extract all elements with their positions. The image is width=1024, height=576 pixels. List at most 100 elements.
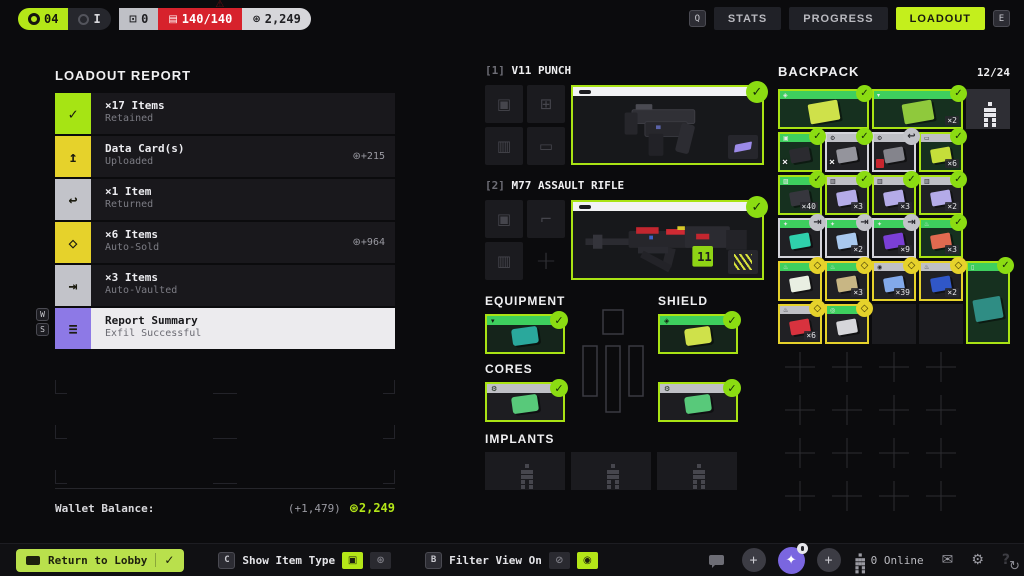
empty-grid-slot[interactable] <box>825 433 869 473</box>
report-row[interactable]: ✓ ×17 Items Retained <box>55 93 395 134</box>
report-row[interactable]: ⇥ ×3 Items Auto-Vaulted <box>55 265 395 306</box>
backpack-tile-sold-tokens[interactable]: ◉ ◇×39 <box>872 261 916 301</box>
credits-icon: ⊛ <box>252 14 260 25</box>
summary-icon: ≡ <box>55 308 91 349</box>
empty-grid-slot[interactable] <box>778 390 822 430</box>
backpack-tile-shield-module[interactable]: ◈ ✓ <box>778 89 869 129</box>
implant-slot[interactable] <box>485 452 565 490</box>
eye-on-icon[interactable]: ◉ <box>577 552 598 569</box>
refresh-icon[interactable]: ↻ <box>1009 559 1020 574</box>
equipment-label: EQUIPMENT <box>485 294 565 308</box>
tile-item-image <box>789 232 811 249</box>
mag-slot-icon[interactable]: ▥ <box>485 127 523 165</box>
tile-category-strip: ▾ <box>874 91 961 99</box>
mail-icon[interactable]: ✉ <box>942 552 954 568</box>
empty-grid-slot[interactable] <box>825 347 869 387</box>
empty-grid-slot[interactable] <box>872 390 916 430</box>
item-type-off-icon[interactable]: ⊛ <box>370 552 391 569</box>
backpack-tile-sold-blade[interactable]: ◎ ◇ <box>825 304 869 344</box>
empty-grid-slot[interactable] <box>919 347 963 387</box>
backpack-tile-returned-attachment[interactable]: ⚙ ↩ <box>872 132 916 172</box>
backpack-tile-pistol-mag-b[interactable]: ▥ ✓×3 <box>872 175 916 215</box>
implant-slot[interactable] <box>571 452 651 490</box>
chip-slot-icon[interactable]: ▣ <box>485 200 523 238</box>
chat-icon[interactable] <box>709 555 724 565</box>
backpack-tile-gray-attachment[interactable]: ⚙ ✓× <box>825 132 869 172</box>
mag-slot-icon[interactable]: ▥ <box>485 242 523 280</box>
item-type-on-icon[interactable]: ▣ <box>342 552 363 569</box>
backpack-tile-sold-box[interactable]: ♨ ◇×3 <box>825 261 869 301</box>
empty-grid-slot[interactable] <box>778 476 822 516</box>
empty-grid-slot[interactable] <box>919 476 963 516</box>
backpack-tile-vaulted-relic[interactable]: ✦ ⇥ <box>778 218 822 258</box>
eye-off-icon[interactable]: ⊘ <box>549 552 570 569</box>
backpack-tile-vaulted-fan[interactable]: ✦ ⇥×2 <box>825 218 869 258</box>
empty-grid-slot[interactable] <box>825 476 869 516</box>
report-row[interactable]: ◇ ×6 Items Auto-Sold ⊛+964 <box>55 222 395 263</box>
backpack-tile-sold-scanner[interactable]: ♨ ◇×2 <box>919 261 963 301</box>
scope-slot-icon[interactable]: ⊞ <box>527 85 565 123</box>
core-tile-1[interactable]: ⚙ ✓ <box>485 382 565 422</box>
backpack-tile-pistol-mag-c[interactable]: ▥ ✓×2 <box>919 175 963 215</box>
person-icon <box>693 464 697 468</box>
backpack-tile-toy-figure[interactable]: ♨ ✓×3 <box>919 218 963 258</box>
equipment-tile[interactable]: ▾ ✓ <box>485 314 565 354</box>
report-row-amount: ⊛+215 <box>353 151 395 162</box>
report-placeholder-row <box>55 394 395 439</box>
implant-slot[interactable] <box>657 452 737 490</box>
backpack-tile-green-statue[interactable]: ▾ ✓×2 <box>872 89 963 129</box>
return-to-lobby-button[interactable]: Return to Lobby ✓ <box>16 549 184 572</box>
report-row[interactable]: WS ≡ Report Summary Exfil Successful <box>55 308 395 349</box>
tab-progress[interactable]: PROGRESS <box>789 7 887 30</box>
empty-grid-slot[interactable] <box>872 433 916 473</box>
empty-grid-slot[interactable] <box>778 347 822 387</box>
vault-badge-icon: ⇥ <box>856 214 873 231</box>
sold-badge-icon: ◇ <box>809 257 826 274</box>
add-friend-left-button[interactable]: + <box>742 548 766 572</box>
backpack-tile-pistol-mag-a[interactable]: ▥ ✓×3 <box>825 175 869 215</box>
core-tile-2[interactable]: ⚙ ✓ <box>658 382 738 422</box>
empty-grid-slot[interactable] <box>872 476 916 516</box>
weapon1-panel[interactable]: ✓ <box>571 85 764 165</box>
empty-grid-slot[interactable] <box>872 347 916 387</box>
chip-slot-icon[interactable]: ▣ <box>485 85 523 123</box>
stock-slot-icon[interactable]: ⌐ <box>527 200 565 238</box>
backpack-tile-empty-slot-b[interactable] <box>919 304 963 344</box>
avatar[interactable]: ✦ <box>778 547 805 574</box>
empty-grid-slot[interactable] <box>825 390 869 430</box>
tile-item-image <box>789 275 811 292</box>
tab-loadout[interactable]: LOADOUT <box>896 7 985 30</box>
weapon2-panel[interactable]: 11 ✓ <box>571 200 764 280</box>
empty-grid-slot[interactable] <box>778 433 822 473</box>
weapon2-mod-strip <box>573 202 762 211</box>
teammate-badge: I <box>68 8 110 30</box>
wallet-total: ⊛2,249 <box>349 501 395 515</box>
backpack-tile-empty-slot-a[interactable] <box>872 304 916 344</box>
add-friend-right-button[interactable]: + <box>817 548 841 572</box>
backpack-tile-vaulted-banner[interactable]: ✦ ⇥×9 <box>872 218 916 258</box>
backpack-tile-sold-bottle[interactable]: ♨ ◇ <box>778 261 822 301</box>
report-row[interactable]: ↥ Data Card(s) Uploaded ⊛+215 <box>55 136 395 177</box>
weapon1-name: V11 PUNCH <box>512 64 572 77</box>
mag-icon: ▥ <box>877 178 883 185</box>
empty-grid-slot[interactable] <box>919 390 963 430</box>
sold-badge-icon: ◇ <box>950 257 967 274</box>
mic-icon <box>797 543 808 554</box>
backpack-tile-sold-canisters[interactable]: ♨ ◇×6 <box>778 304 822 344</box>
check-icon: ✓ <box>55 93 91 134</box>
report-row[interactable]: ↩ ×1 Item Returned <box>55 179 395 220</box>
backpack-tile-stim-pens[interactable]: ▨ ✓×40 <box>778 175 822 215</box>
backpack-tile-rifle-ammo[interactable]: ▭ ✓×6 <box>919 132 963 172</box>
shield-tile[interactable]: ◈ ✓ <box>658 314 738 354</box>
settings-gear-icon[interactable]: ⚙ <box>971 552 984 568</box>
tab-stats[interactable]: STATS <box>714 7 781 30</box>
tile-item-image <box>807 99 840 124</box>
backpack-tile-helmet[interactable]: ▯ ✓ <box>966 261 1010 344</box>
tile-item-image <box>836 146 858 163</box>
weapon1-mod-strip <box>573 87 762 96</box>
rail-slot-icon[interactable]: ▭ <box>527 127 565 165</box>
empty-slot-icon[interactable]: + <box>527 242 565 280</box>
empty-grid-slot[interactable] <box>919 433 963 473</box>
backpack-tile-black-device[interactable]: ▣ ✓× <box>778 132 822 172</box>
backpack-tile-person-slot[interactable] <box>966 89 1010 129</box>
